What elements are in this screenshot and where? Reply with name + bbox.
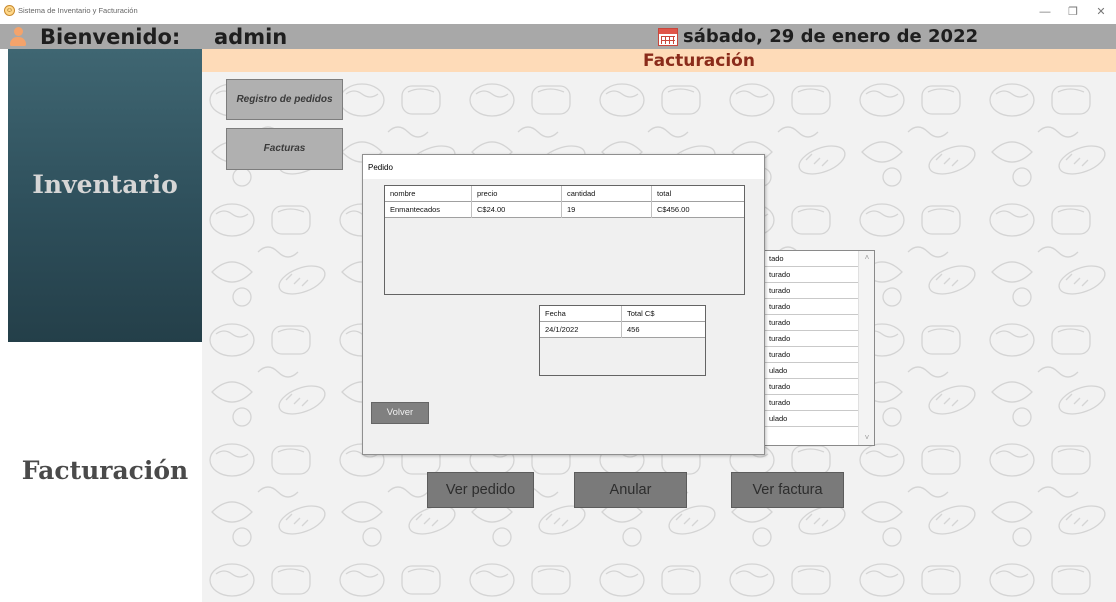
order-items-table[interactable]: nombre precio cantidad total Enmantecado…: [384, 185, 745, 295]
page-title: Facturación: [643, 51, 755, 71]
list-item[interactable]: ulado: [764, 363, 860, 379]
maximize-button[interactable]: ❐: [1058, 3, 1088, 21]
table-cell[interactable]: Enmantecados: [385, 202, 472, 218]
scroll-down-icon[interactable]: ˅: [862, 433, 872, 443]
column-header[interactable]: nombre: [385, 186, 472, 202]
list-item[interactable]: ulado: [764, 411, 860, 427]
table-cell[interactable]: C$456.00: [652, 202, 744, 218]
volver-button[interactable]: Volver: [371, 402, 429, 424]
window-title: Sistema de Inventario y Facturación: [18, 6, 138, 15]
minimize-button[interactable]: —: [1030, 3, 1060, 21]
list-item[interactable]: turado: [764, 379, 860, 395]
app-header: Bienvenido: admin sábado, 29 de enero de…: [0, 24, 1116, 49]
column-header[interactable]: cantidad: [562, 186, 652, 202]
table-row[interactable]: Enmantecados C$24.00 19 C$456.00: [385, 202, 744, 218]
window-titlebar: ☺ Sistema de Inventario y Facturación — …: [0, 0, 1116, 24]
sidebar-item-inventario[interactable]: Inventario: [8, 170, 202, 199]
list-item[interactable]: turado: [764, 267, 860, 283]
registro-pedidos-button[interactable]: Registro de pedidos: [226, 79, 343, 120]
facturas-button[interactable]: Facturas: [226, 128, 343, 170]
table-header: Fecha Total C$: [540, 306, 705, 322]
list-scrollbar[interactable]: ˄ ˅: [858, 251, 874, 445]
list-item[interactable]: tado: [764, 251, 860, 267]
list-item[interactable]: turado: [764, 395, 860, 411]
ver-pedido-button[interactable]: Ver pedido: [427, 472, 534, 508]
close-button[interactable]: ✕: [1086, 3, 1116, 21]
pedido-dialog: Pedido nombre precio cantidad total Enma…: [362, 154, 765, 455]
ver-factura-button[interactable]: Ver factura: [731, 472, 844, 508]
table-row[interactable]: 24/1/2022 456: [540, 322, 705, 338]
list-item[interactable]: turado: [764, 331, 860, 347]
list-item[interactable]: turado: [764, 299, 860, 315]
invoice-status-list[interactable]: tado turado turado turado turado turado …: [763, 250, 875, 446]
dialog-title: Pedido: [368, 163, 393, 172]
user-icon: [9, 27, 27, 47]
scroll-up-icon[interactable]: ˄: [862, 253, 872, 263]
table-cell[interactable]: 456: [622, 322, 705, 338]
list-item[interactable]: turado: [764, 315, 860, 331]
column-header[interactable]: Fecha: [540, 306, 622, 322]
list-item[interactable]: turado: [764, 283, 860, 299]
column-header[interactable]: precio: [472, 186, 562, 202]
list-item[interactable]: turado: [764, 347, 860, 363]
column-header[interactable]: Total C$: [622, 306, 705, 322]
username-label: admin: [214, 25, 288, 49]
table-cell[interactable]: 19: [562, 202, 652, 218]
sidebar-item-facturacion[interactable]: Facturación: [8, 456, 202, 485]
welcome-label: Bienvenido:: [40, 25, 181, 49]
table-cell[interactable]: C$24.00: [472, 202, 562, 218]
column-header[interactable]: total: [652, 186, 744, 202]
calendar-icon: [658, 28, 678, 46]
current-date: sábado, 29 de enero de 2022: [683, 26, 979, 47]
anular-button[interactable]: Anular: [574, 472, 687, 508]
app-logo-icon: ☺: [4, 5, 15, 16]
invoice-summary-table[interactable]: Fecha Total C$ 24/1/2022 456: [539, 305, 706, 376]
dialog-titlebar: Pedido: [363, 155, 764, 179]
table-cell[interactable]: 24/1/2022: [540, 322, 622, 338]
table-header: nombre precio cantidad total: [385, 186, 744, 202]
